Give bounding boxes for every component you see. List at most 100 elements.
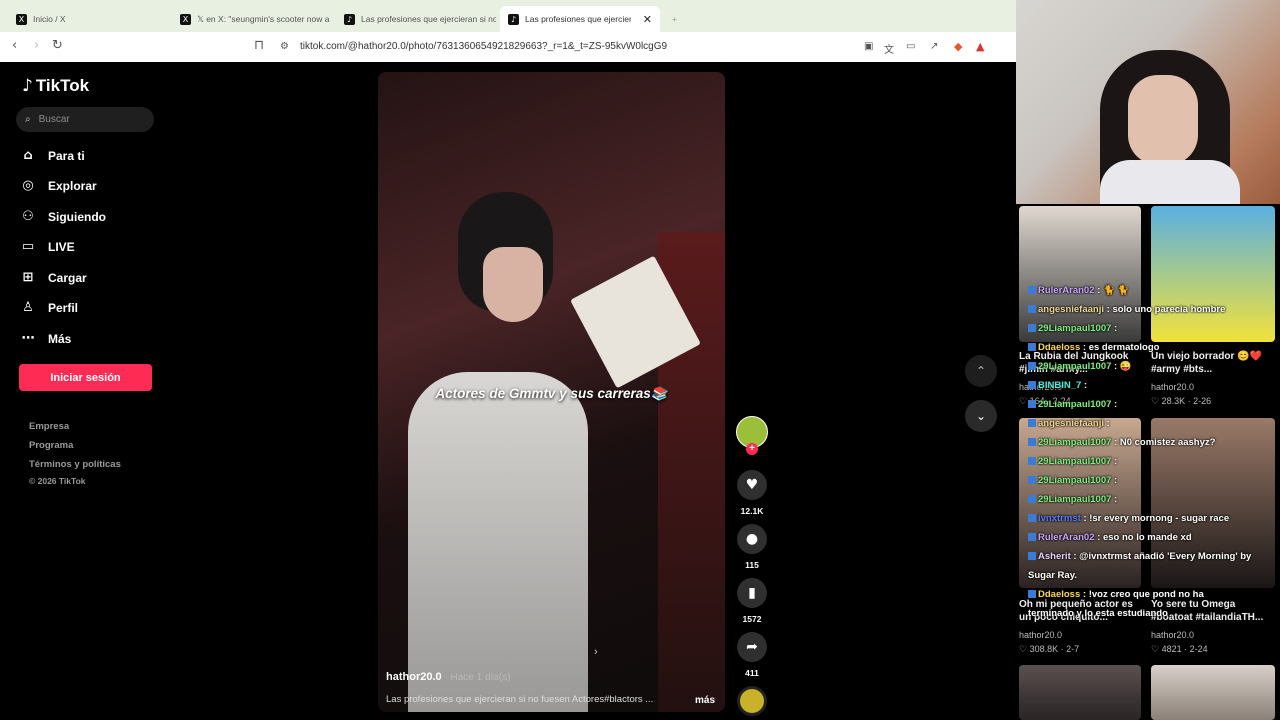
heart-icon: ♡ [1019,644,1030,654]
footer-link[interactable]: Términos y políticas [29,459,121,470]
chat-username: 29Liampaul1007 [1038,361,1112,372]
more-icon: ⋯ [21,331,35,346]
back-icon[interactable]: ‹ [12,38,17,53]
address-bar: ‹ › ↻ ⊓ ⚙ tiktok.com/@hathor20.0/photo/7… [0,32,1016,62]
site-info-icon[interactable]: ⚙ [280,41,289,52]
follow-plus-icon[interactable]: + [746,443,758,455]
browser-tab[interactable]: ♪ Las profesiones que ejercieran si no [336,8,496,30]
nav-explorar[interactable]: ◎ Explorar [20,178,96,194]
recommendation-thumbnail[interactable] [1151,206,1275,342]
nav-mas[interactable]: ⋯ Más [20,331,72,347]
chat-text: : [1104,418,1110,429]
chat-message: angesniefaanji : solo uno parecia hombre [1028,304,1225,315]
comment-icon: ● [737,524,767,554]
recommendation-stats: ♡ 28.3K · 2-26 [1151,396,1212,406]
previous-post-button[interactable]: ⌃ [965,355,997,387]
nav-perfil[interactable]: ♙ Perfil [20,300,78,316]
chat-message: RulerAran02 : 🐈 🐈 [1028,285,1129,296]
streamer-face-image [1128,75,1198,165]
pip-icon[interactable]: ▭ [906,41,915,52]
recommendation-user[interactable]: hathor20.0 [1151,630,1194,640]
tiktok-logo[interactable]: ♪ TikTok [22,76,89,96]
chat-text: : [1111,399,1118,410]
chat-message: 29Liampaul1007 : N0 comistez aashyz? [1028,437,1215,448]
chat-username: 29Liampaul1007 [1038,437,1112,448]
chat-text: : [1081,380,1088,391]
nav-cargar[interactable]: ⊞ Cargar [20,270,87,286]
recommendation-stats: ♡ 308.8K · 2-7 [1019,644,1080,654]
chat-badge-icon [1028,400,1036,409]
chat-text: : [1111,456,1118,467]
recommendation-thumbnail[interactable] [1019,206,1141,342]
login-button[interactable]: Iniciar sesión [19,364,152,391]
home-icon: ⌂ [23,148,33,163]
close-icon[interactable]: ✕ [643,13,652,26]
share-icon[interactable]: ↗ [930,41,938,52]
recommendation-thumbnail[interactable] [1019,665,1141,720]
recommendation-user[interactable]: hathor20.0 [1151,382,1194,392]
read-mode-icon[interactable]: ▣ [864,41,873,52]
new-tab-button[interactable]: + [664,8,684,30]
comment-button[interactable]: ● 115 [737,524,767,570]
chat-message: Ddaeloss : !voz creo que pond no ha [1028,589,1204,600]
recommendation-thumbnail[interactable] [1151,665,1275,720]
chat-text: terminado y lo esta estudiando [1028,608,1168,619]
nav-para-ti[interactable]: ⌂ Para ti [20,148,84,164]
browser-tab-active[interactable]: ♪Las profesiones que ejercieran si✕ [500,6,660,32]
x-icon: X [16,13,27,25]
chat-badge-icon [1028,552,1036,561]
chevron-up-icon: ⌃ [975,364,987,378]
chat-text: : 😜 [1111,361,1132,372]
brave-shield-icon[interactable]: ◆ [954,40,962,53]
footer-link[interactable]: Empresa [29,421,69,432]
share-button[interactable]: ➦ 411 [737,632,767,678]
copyright: © 2026 TikTok [29,476,86,486]
translate-icon[interactable]: 文 [884,41,894,56]
chat-message: 29Liampaul1007 : [1028,399,1117,410]
chat-username: RulerAran02 [1038,532,1095,543]
recommendation-stats: ♡ 4821 · 2-24 [1151,644,1208,654]
nav-live[interactable]: ▭ LIVE [20,239,75,255]
chat-message: ivnxtrmst : !sr every mornong - sugar ra… [1028,513,1229,524]
chat-message: 29Liampaul1007 : 😜 [1028,361,1132,372]
music-disc[interactable] [737,686,767,716]
reload-icon[interactable]: ↻ [52,38,63,53]
chat-text: : [1111,475,1118,486]
recommendation-user[interactable]: hathor20.0 [1019,630,1062,640]
chat-username: 29Liampaul1007 [1038,456,1112,467]
chat-badge-icon [1028,533,1036,542]
comment-count: 115 [745,560,759,570]
footer-link[interactable]: Programa [29,440,73,451]
more-link[interactable]: más [695,695,715,706]
forward-icon[interactable]: › [34,38,39,53]
chat-username: 29Liampaul1007 [1038,494,1112,505]
next-post-button[interactable]: ⌄ [965,400,997,432]
recommendation-title[interactable]: Un viejo borrador 😊❤️ #army #bts... [1151,350,1276,376]
browser-tab[interactable]: X Inicio / X [8,8,168,30]
browser-tab[interactable]: X𝕏 en X: "seungmin's scooter now a t [172,8,332,30]
chat-badge-icon [1028,286,1036,295]
bookmark-icon[interactable]: ⊓ [254,38,264,53]
like-button[interactable]: ♥ 12.1K [737,470,767,516]
heart-icon: ♡ [1151,644,1162,654]
rewards-icon[interactable]: ▲ [976,40,984,53]
save-button[interactable]: ▮ 1572 [737,578,767,624]
chat-text: : @ivnxtrmst añadió 'Every Morning' by [1070,551,1252,562]
post-author[interactable]: hathor20.0 · Hace 1 día(s) [386,671,511,683]
chat-message: angesniefaanji : [1028,418,1110,429]
chat-text: : 🐈 🐈 [1094,285,1130,296]
carousel-next-icon[interactable]: › [594,646,598,658]
chat-message: 29Liampaul1007 : [1028,456,1117,467]
recommendation-title[interactable]: Yo sere tu Omega #boatoat #tailandiaTH..… [1151,598,1276,624]
chat-badge-icon [1028,590,1036,599]
chat-text: : N0 comistez aashyz? [1111,437,1216,448]
nav-siguiendo[interactable]: ⚇ Siguiendo [20,209,106,225]
chat-badge-icon [1028,324,1036,333]
chat-username: 29Liampaul1007 [1038,399,1112,410]
chat-text: : [1111,323,1118,334]
chat-text: : eso no lo mande xd [1094,532,1192,543]
search-input[interactable]: ⌕ Buscar [16,107,154,132]
url-field[interactable]: tiktok.com/@hathor20.0/photo/76313606549… [300,41,667,52]
profile-icon: ♙ [22,300,34,315]
chat-username: angesniefaanji [1038,418,1104,429]
